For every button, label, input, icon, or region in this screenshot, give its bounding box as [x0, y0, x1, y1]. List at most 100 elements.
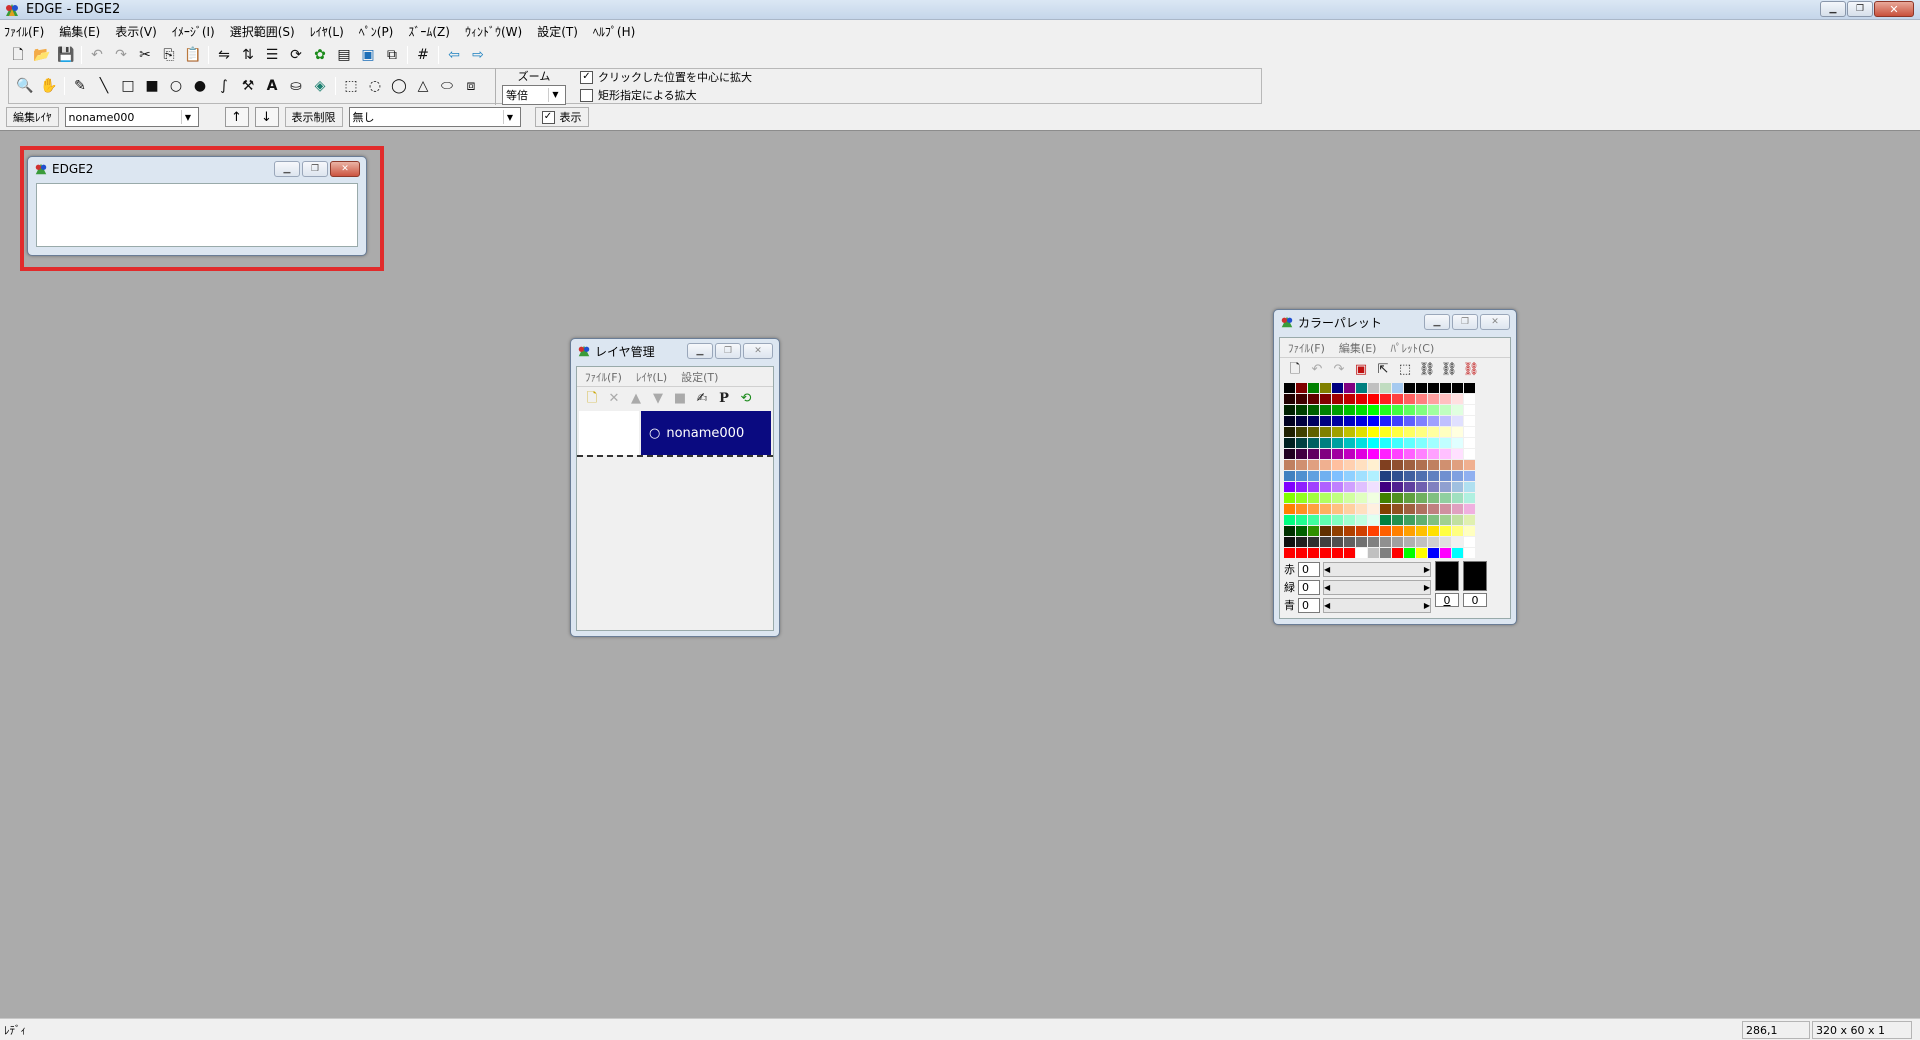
palette-swatch[interactable] — [1332, 416, 1343, 426]
flip-horizontal-icon[interactable]: ⇋ — [212, 44, 236, 66]
palette-swatch[interactable] — [1392, 416, 1403, 426]
palette-swatch[interactable] — [1356, 449, 1367, 459]
palette-swatch[interactable] — [1464, 515, 1475, 525]
palette-swatch[interactable] — [1392, 515, 1403, 525]
palette-swatch[interactable] — [1284, 537, 1295, 547]
palette-swatch[interactable] — [1320, 493, 1331, 503]
minimize-button[interactable]: ▁ — [1424, 314, 1450, 330]
delete-layer-icon[interactable]: ✕ — [603, 388, 625, 408]
checkbox-unchecked[interactable] — [580, 88, 593, 102]
curve-tool-icon[interactable]: ∫ — [212, 75, 236, 97]
zoom-center-option[interactable]: ✓ クリックした位置を中心に拡大 — [580, 69, 752, 85]
palette-swatch[interactable] — [1428, 504, 1439, 514]
palette-swatch[interactable] — [1284, 416, 1295, 426]
palette-swatch[interactable] — [1404, 515, 1415, 525]
color-swap-icon[interactable]: ▣ — [1350, 359, 1372, 379]
palette-swatch[interactable] — [1332, 482, 1343, 492]
green-input[interactable]: 0 — [1298, 579, 1320, 595]
palette-swatch[interactable] — [1404, 548, 1415, 558]
palette-swatch[interactable] — [1368, 493, 1379, 503]
palette-swatch[interactable] — [1332, 460, 1343, 470]
palette-swatch[interactable] — [1392, 504, 1403, 514]
palette-swatch[interactable] — [1296, 394, 1307, 404]
palette-swatch[interactable] — [1356, 438, 1367, 448]
palette-swatch[interactable] — [1392, 383, 1403, 393]
palette-swatch[interactable] — [1368, 526, 1379, 536]
palette-swatch[interactable] — [1380, 405, 1391, 415]
palette-swatch[interactable] — [1368, 537, 1379, 547]
bucket-tool-icon[interactable]: ⛀ — [284, 75, 308, 97]
palette-swatch[interactable] — [1416, 405, 1427, 415]
palette-swatch[interactable] — [1428, 449, 1439, 459]
palette-swatch[interactable] — [1296, 482, 1307, 492]
layer-name-cell[interactable]: ○ noname000 — [641, 411, 771, 455]
palette-swatch[interactable] — [1296, 405, 1307, 415]
palette-swatch[interactable] — [1356, 548, 1367, 558]
menu-item-8[interactable]: ｳｨﾝﾄﾞｳ(W) — [465, 23, 522, 40]
palette-swatch[interactable] — [1368, 504, 1379, 514]
prev-window-icon[interactable]: ⇦ — [442, 44, 466, 66]
fill-tool-icon[interactable]: ◈ — [308, 75, 332, 97]
palette-swatch[interactable] — [1380, 416, 1391, 426]
menu-item-4[interactable]: 選択範囲(S) — [230, 23, 295, 40]
color-icon[interactable]: ✿ — [308, 44, 332, 66]
cut-icon[interactable]: ✂ — [133, 44, 157, 66]
blue-slider[interactable]: ◀ ▶ — [1323, 597, 1431, 613]
primary-color-swatch[interactable] — [1435, 561, 1459, 591]
zoom-select[interactable]: 等倍 ▼ — [502, 84, 566, 105]
palette-swatch[interactable] — [1464, 427, 1475, 437]
palette-swatch[interactable] — [1356, 383, 1367, 393]
palette-swatch[interactable] — [1296, 548, 1307, 558]
palette-swatch[interactable] — [1428, 405, 1439, 415]
palette-swatch[interactable] — [1404, 537, 1415, 547]
layer-menu-item-1[interactable]: ﾚｲﾔ(L) — [636, 369, 667, 385]
palette-swatch[interactable] — [1452, 471, 1463, 481]
palette-swatch[interactable] — [1404, 438, 1415, 448]
palette-swatch[interactable] — [1464, 504, 1475, 514]
palette-swatch[interactable] — [1440, 449, 1451, 459]
palette-swatch[interactable] — [1368, 460, 1379, 470]
zoom-tool-icon[interactable]: 🔍 — [13, 75, 37, 97]
palette-swatch[interactable] — [1344, 438, 1355, 448]
palette-swatch[interactable] — [1380, 394, 1391, 404]
palette-swatch[interactable] — [1356, 416, 1367, 426]
palette-swatch[interactable] — [1320, 460, 1331, 470]
palette-swatch[interactable] — [1416, 526, 1427, 536]
palette-swatch[interactable] — [1284, 438, 1295, 448]
palette-swatch[interactable] — [1428, 482, 1439, 492]
palette-swatch[interactable] — [1452, 537, 1463, 547]
palette-swatch[interactable] — [1440, 383, 1451, 393]
pointer-icon[interactable]: ⇱ — [1372, 359, 1394, 379]
palette-swatch[interactable] — [1332, 493, 1343, 503]
palette-swatch[interactable] — [1416, 416, 1427, 426]
save-icon[interactable]: 💾 — [54, 44, 78, 66]
layer-up-button[interactable]: ↑ — [224, 107, 249, 127]
palette-swatch[interactable] — [1308, 482, 1319, 492]
palette-swatch[interactable] — [1320, 449, 1331, 459]
palette-swatch[interactable] — [1356, 460, 1367, 470]
palette-swatch[interactable] — [1440, 427, 1451, 437]
palette-swatch[interactable] — [1440, 504, 1451, 514]
palette-swatch[interactable] — [1344, 449, 1355, 459]
palette-swatch[interactable] — [1392, 438, 1403, 448]
palette-swatch[interactable] — [1344, 482, 1355, 492]
rect-select-icon[interactable]: ⬚ — [339, 75, 363, 97]
palette-swatch[interactable] — [1320, 537, 1331, 547]
palette-swatch[interactable] — [1440, 394, 1451, 404]
palette-swatch[interactable] — [1368, 471, 1379, 481]
visibility-circle-icon[interactable]: ○ — [649, 426, 660, 441]
palette-swatch[interactable] — [1320, 394, 1331, 404]
palette-swatch[interactable] — [1296, 449, 1307, 459]
palette-swatch[interactable] — [1308, 416, 1319, 426]
palette-swatch[interactable] — [1344, 515, 1355, 525]
palette-swatch[interactable] — [1332, 526, 1343, 536]
palette-swatch[interactable] — [1416, 383, 1427, 393]
palette-swatch[interactable] — [1428, 416, 1439, 426]
palette-swatch[interactable] — [1320, 548, 1331, 558]
palette-swatch[interactable] — [1392, 460, 1403, 470]
palette-swatch[interactable] — [1416, 438, 1427, 448]
palette-swatch[interactable] — [1464, 460, 1475, 470]
palette-swatch[interactable] — [1344, 504, 1355, 514]
close-button[interactable]: ✕ — [1874, 1, 1914, 17]
palette-swatch[interactable] — [1356, 537, 1367, 547]
